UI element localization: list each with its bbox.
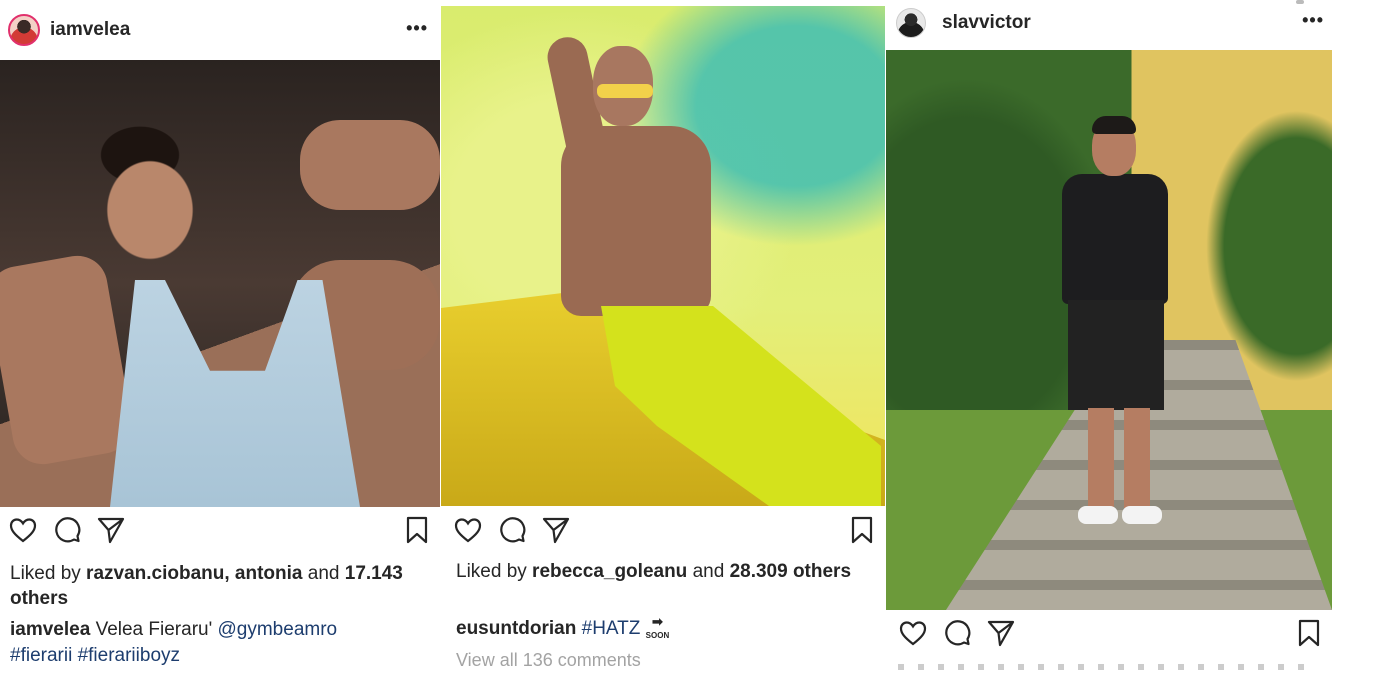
caption-text: Velea Fieraru'	[90, 619, 218, 640]
post-username[interactable]: slavvictor	[942, 12, 1031, 34]
photo-detail	[1054, 116, 1176, 540]
view-all-comments-link[interactable]: View all 136 comments	[456, 650, 641, 671]
likes-summary: Liked by rebecca_goleanu and 28.309 othe…	[456, 559, 876, 584]
post-photo[interactable]	[441, 6, 885, 506]
caption-hashtags[interactable]: #fierarii #fierariiboyz	[10, 645, 180, 666]
likes-prefix: Liked by	[10, 563, 87, 584]
soon-arrow-icon: ➡ SOON	[645, 614, 670, 640]
likes-prefix: Liked by	[456, 561, 533, 582]
post-header: slavvictor •••	[886, 0, 1336, 48]
post-caption: eusuntdorian #HATZ ➡ SOON	[456, 614, 876, 642]
cropped-edge-mark	[1296, 0, 1304, 4]
heart-icon[interactable]	[8, 515, 38, 545]
soon-emoji-text: SOON	[645, 631, 670, 640]
likes-summary: Liked by razvan.ciobanu, antonia and 17.…	[10, 561, 430, 611]
liked-by-names[interactable]: razvan.ciobanu, antonia	[86, 563, 302, 584]
likes-count[interactable]: 28.309 others	[730, 561, 851, 582]
avatar[interactable]	[896, 8, 926, 38]
post-caption: iamvelea Velea Fieraru' @gymbeamro #fier…	[10, 617, 430, 669]
likes-and: and	[302, 563, 345, 584]
comment-icon[interactable]	[497, 515, 527, 545]
photo-detail	[0, 251, 137, 469]
caption-mention[interactable]: @gymbeamro	[218, 619, 338, 640]
comment-icon[interactable]	[52, 515, 82, 545]
photo-detail	[300, 120, 440, 210]
post-header: iamvelea •••	[0, 8, 440, 56]
post-photo[interactable]	[0, 60, 440, 507]
bookmark-icon[interactable]	[402, 515, 432, 545]
photo-detail	[110, 280, 360, 507]
more-options-icon[interactable]: •••	[406, 18, 428, 39]
caption-username[interactable]: eusuntdorian	[456, 618, 576, 639]
heart-icon[interactable]	[898, 618, 928, 648]
bookmark-icon[interactable]	[847, 515, 877, 545]
comment-icon[interactable]	[942, 618, 972, 648]
post-actions	[453, 515, 877, 549]
post-actions	[8, 515, 432, 549]
share-icon[interactable]	[541, 515, 571, 545]
more-options-icon[interactable]: •••	[1302, 10, 1324, 31]
caption-hashtag[interactable]: #HATZ	[576, 618, 645, 639]
liked-by-names[interactable]: rebecca_goleanu	[532, 561, 687, 582]
avatar[interactable]	[8, 14, 40, 46]
share-icon[interactable]	[96, 515, 126, 545]
post-photo[interactable]	[886, 50, 1332, 610]
likes-and: and	[687, 561, 730, 582]
heart-icon[interactable]	[453, 515, 483, 545]
post-username[interactable]: iamvelea	[50, 19, 130, 41]
post-actions	[898, 618, 1324, 652]
bookmark-icon[interactable]	[1294, 618, 1324, 648]
share-icon[interactable]	[986, 618, 1016, 648]
caption-username[interactable]: iamvelea	[10, 619, 90, 640]
photo-detail	[561, 126, 711, 316]
photo-detail	[597, 84, 653, 98]
cut-off-text	[898, 664, 1318, 670]
